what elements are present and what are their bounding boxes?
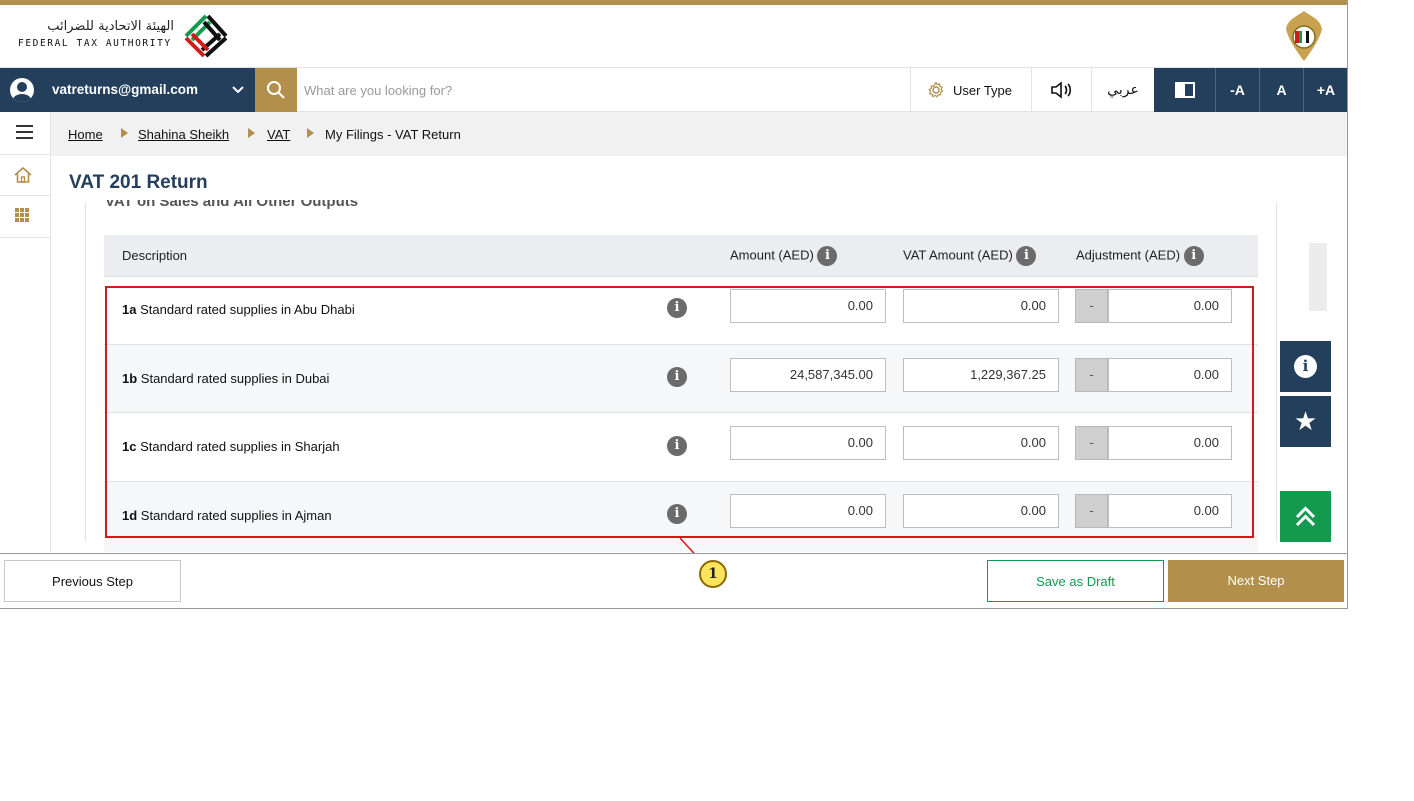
org-name-arabic: الهيئة الاتحادية للضرائب: [47, 19, 174, 34]
form-footer: Previous Step Save as Draft Next Step: [0, 553, 1347, 608]
breadcrumb-home[interactable]: Home: [68, 127, 103, 142]
divider: [0, 154, 51, 155]
breadcrumb-separator-icon: [121, 128, 128, 138]
breadcrumb-separator-icon: [307, 128, 314, 138]
contrast-toggle-button[interactable]: [1154, 68, 1216, 112]
text-to-speech-button[interactable]: [1032, 68, 1092, 112]
header-description: Description: [122, 248, 188, 263]
star-icon: ★: [1293, 406, 1318, 436]
search-icon: [267, 81, 285, 99]
fta-logo-icon[interactable]: [178, 8, 234, 64]
breadcrumb-separator-icon: [248, 128, 255, 138]
next-step-button[interactable]: Next Step: [1168, 560, 1344, 602]
account-email: vatreturns@gmail.com: [52, 82, 198, 97]
info-icon[interactable]: i: [1016, 246, 1037, 266]
info-icon: i: [1294, 355, 1317, 378]
contrast-icon: [1175, 82, 1195, 98]
language-toggle[interactable]: عربي: [1092, 68, 1154, 112]
account-menu[interactable]: vatreturns@gmail.com: [0, 68, 255, 112]
info-icon[interactable]: i: [1183, 246, 1204, 266]
org-name-english: FEDERAL TAX AUTHORITY: [18, 38, 172, 49]
breadcrumb: Home Shahina Sheikh VAT My Filings - VAT…: [51, 112, 1347, 156]
gear-icon: [928, 81, 944, 98]
divider: [0, 237, 51, 238]
top-navbar: vatreturns@gmail.com User Type: [0, 67, 1347, 112]
font-normal-button[interactable]: A: [1260, 68, 1304, 112]
site-header: الهيئة الاتحادية للضرائب FEDERAL TAX AUT…: [0, 5, 1347, 67]
chevron-down-icon[interactable]: [231, 79, 245, 101]
breadcrumb-current: My Filings - VAT Return: [325, 127, 461, 142]
divider: [0, 195, 51, 196]
header-amount: Amount (AED) i: [730, 246, 838, 266]
section-heading: VAT on Sales and All Other Outputs: [105, 200, 359, 210]
breadcrumb-account[interactable]: Shahina Sheikh: [138, 127, 229, 142]
search-input[interactable]: [304, 76, 864, 104]
scrollbar[interactable]: [1309, 243, 1327, 311]
info-icon[interactable]: i: [817, 246, 838, 266]
annotation-badge: 1: [699, 560, 727, 588]
search-button[interactable]: [255, 68, 297, 112]
app-window: الهيئة الاتحادية للضرائب FEDERAL TAX AUT…: [0, 0, 1348, 609]
previous-step-button[interactable]: Previous Step: [4, 560, 181, 602]
header-vat-amount: VAT Amount (AED) i: [903, 246, 1037, 266]
side-nav: [0, 112, 51, 552]
scroll-to-top-button[interactable]: [1280, 491, 1331, 542]
save-as-draft-button[interactable]: Save as Draft: [987, 560, 1164, 602]
apps-grid-icon[interactable]: [15, 208, 29, 222]
breadcrumb-vat[interactable]: VAT: [267, 127, 290, 142]
double-chevron-up-icon: [1295, 506, 1316, 527]
font-decrease-button[interactable]: -A: [1216, 68, 1260, 112]
user-avatar-icon: [10, 78, 34, 102]
header-adjustment: Adjustment (AED) i: [1076, 246, 1204, 266]
user-type-label: User Type: [953, 83, 1013, 98]
favorite-button[interactable]: ★: [1280, 396, 1331, 447]
highlight-annotation: [105, 286, 1254, 538]
help-info-button[interactable]: i: [1280, 341, 1331, 392]
uae-emblem-icon: [1286, 11, 1322, 61]
font-increase-button[interactable]: +A: [1304, 68, 1347, 112]
table-header: Description Amount (AED) i VAT Amount (A…: [104, 235, 1258, 277]
page-title: VAT 201 Return: [69, 172, 208, 193]
speaker-icon: [1051, 81, 1072, 99]
hamburger-menu-icon[interactable]: [16, 125, 33, 139]
user-type-button[interactable]: User Type: [910, 68, 1032, 112]
home-icon[interactable]: [13, 166, 33, 184]
